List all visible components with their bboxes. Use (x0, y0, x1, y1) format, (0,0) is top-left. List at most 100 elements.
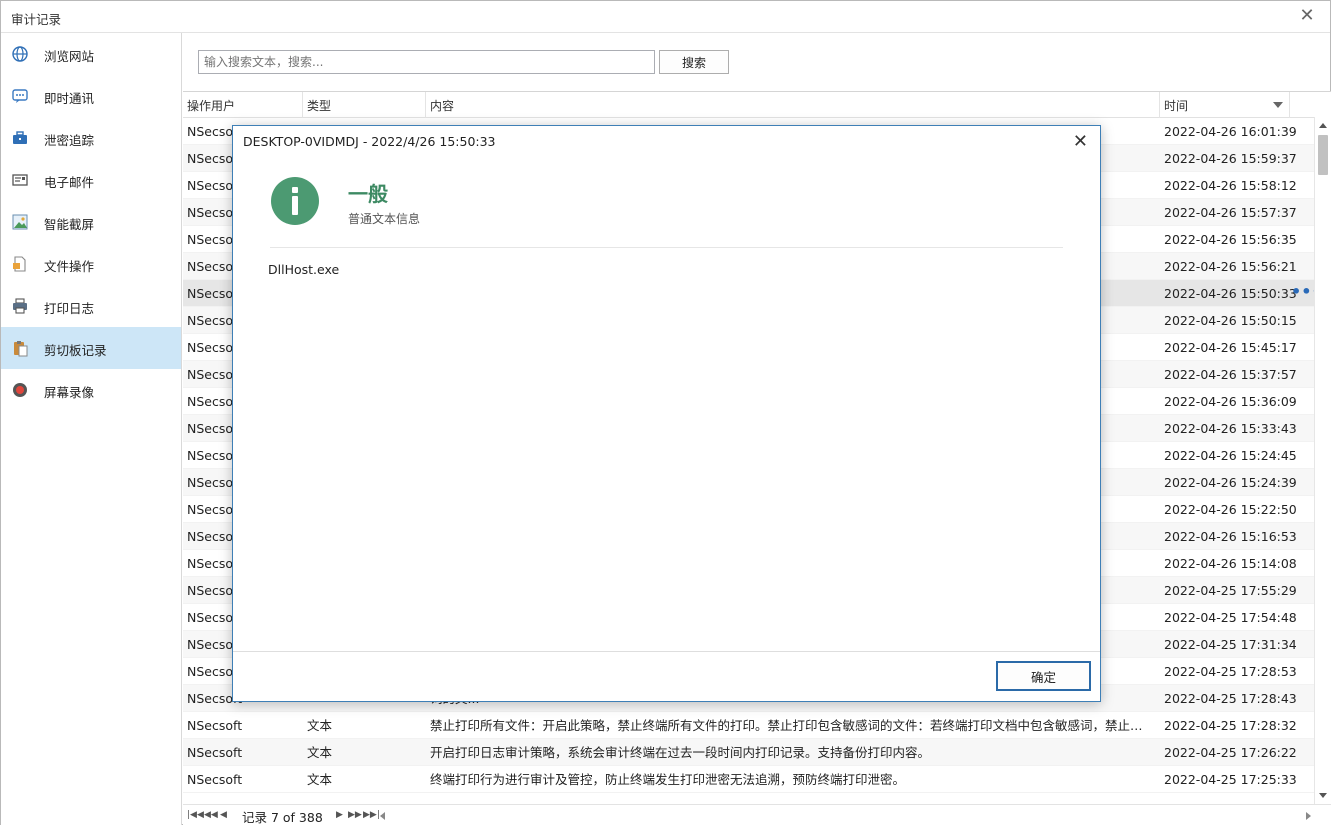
dialog-divider (270, 247, 1063, 248)
dialog-close-icon[interactable]: ✕ (1073, 131, 1088, 152)
column-header-user[interactable]: 操作用户 (183, 92, 303, 118)
cell-time: 2022-04-26 15:45:17 (1164, 340, 1297, 355)
prev-page-icon[interactable]: ◀◀ (204, 808, 218, 822)
vertical-scrollbar[interactable] (1314, 117, 1331, 804)
briefcase-icon (11, 129, 29, 147)
column-header-type[interactable]: 类型 (303, 92, 426, 118)
cell-content: 禁止打印所有文件：开启此策略，禁止终端所有文件的打印。禁止打印包含敏感词的文件：… (430, 718, 1152, 733)
info-icon (271, 177, 319, 225)
cell-type: 文本 (307, 745, 333, 760)
dialog-footer: 确定 (233, 651, 1100, 701)
prev-record-icon[interactable]: ◀ (220, 808, 227, 822)
sidebar-item-label: 文件操作 (44, 259, 95, 274)
cell-time: 2022-04-26 15:56:21 (1164, 259, 1297, 274)
sidebar-item-label: 智能截屏 (44, 217, 95, 232)
cell-time: 2022-04-25 17:28:53 (1164, 664, 1297, 679)
file-icon (11, 255, 29, 273)
globe-icon (11, 45, 29, 63)
cell-time: 2022-04-25 17:28:32 (1164, 718, 1297, 733)
cell-time: 2022-04-26 15:22:50 (1164, 502, 1297, 517)
sidebar-item-5[interactable]: 文件操作 (1, 243, 181, 285)
dialog-heading: 一般 (348, 182, 388, 206)
window-close-icon[interactable]: ✕ (1298, 7, 1316, 25)
sidebar-item-1[interactable]: 即时通讯 (1, 75, 181, 117)
cell-type: 文本 (307, 772, 333, 787)
record-icon (11, 381, 29, 399)
search-input[interactable] (198, 50, 655, 74)
cell-time: 2022-04-26 15:16:53 (1164, 529, 1297, 544)
cell-type: 文本 (307, 718, 333, 733)
first-record-icon[interactable]: |◀◀ (187, 808, 204, 822)
sidebar-item-2[interactable]: 泄密追踪 (1, 117, 181, 159)
cell-user: NSecsoft (187, 772, 243, 787)
sidebar-item-7[interactable]: 剪切板记录 (1, 327, 181, 369)
cell-user: NSecsoft (187, 745, 243, 760)
sidebar-item-4[interactable]: 智能截屏 (1, 201, 181, 243)
scroll-thumb[interactable] (1318, 135, 1328, 175)
next-record-icon[interactable]: ▶ (336, 808, 343, 822)
cell-time: 2022-04-26 15:57:37 (1164, 205, 1297, 220)
audit-window: 审计记录 ✕ 浏览网站即时通讯泄密追踪电子邮件智能截屏文件操作打印日志剪切板记录… (0, 0, 1331, 825)
horizontal-scrollbar[interactable] (378, 809, 1313, 822)
cell-time: 2022-04-25 17:31:34 (1164, 637, 1297, 652)
cell-time: 2022-04-25 17:25:33 (1164, 772, 1297, 787)
sidebar-item-label: 剪切板记录 (44, 343, 107, 358)
scroll-down-icon[interactable] (1319, 793, 1327, 798)
record-navigator: |◀◀ ◀◀ ◀ 记录 7 of 388 ▶ ▶▶ ▶▶| (183, 804, 1331, 825)
printer-icon (11, 297, 29, 315)
cell-time: 2022-04-26 15:56:35 (1164, 232, 1297, 247)
clipboard-icon (11, 339, 29, 357)
cell-content: 开启打印日志审计策略，系统会审计终端在过去一段时间内打印记录。支持备份打印内容。 (430, 745, 931, 760)
cell-time: 2022-04-25 17:55:29 (1164, 583, 1297, 598)
sidebar-item-0[interactable]: 浏览网站 (1, 33, 181, 75)
cell-time: 2022-04-26 16:01:39 (1164, 124, 1297, 139)
chat-icon (11, 87, 29, 105)
table-row[interactable]: NSecsoft 文本 开启打印日志审计策略，系统会审计终端在过去一段时间内打印记录… (183, 739, 1314, 766)
cell-time: 2022-04-26 15:33:43 (1164, 421, 1297, 436)
cell-time: 2022-04-26 15:36:09 (1164, 394, 1297, 409)
window-title: 审计记录 (11, 12, 62, 27)
dialog-body-text: DllHost.exe (268, 262, 340, 277)
record-position: 记录 7 of 388 (242, 810, 323, 825)
title-bar: 审计记录 ✕ (1, 1, 1330, 33)
cell-time: 2022-04-26 15:59:37 (1164, 151, 1297, 166)
table-row[interactable]: NSecsoft 文本 禁止打印所有文件：开启此策略，禁止终端所有文件的打印。禁止打… (183, 712, 1314, 739)
grid-header: 操作用户 类型 内容 时间 (183, 92, 1331, 118)
column-header-time-label: 时间 (1164, 99, 1189, 113)
sidebar-item-label: 电子邮件 (44, 175, 95, 190)
scroll-up-icon[interactable] (1319, 123, 1327, 128)
image-icon (11, 213, 29, 231)
scroll-left-icon[interactable] (380, 812, 385, 820)
next-page-icon[interactable]: ▶▶ (348, 808, 362, 822)
column-header-content[interactable]: 内容 (426, 92, 1160, 118)
sidebar-item-label: 泄密追踪 (44, 133, 95, 148)
sidebar-item-label: 浏览网站 (44, 49, 95, 64)
search-button[interactable]: 搜索 (659, 50, 729, 74)
message-dialog: DESKTOP-0VIDMDJ - 2022/4/26 15:50:33 ✕ 一… (232, 125, 1101, 702)
cell-user: NSecsoft (187, 718, 243, 733)
mail-icon (11, 171, 29, 189)
sidebar: 浏览网站即时通讯泄密追踪电子邮件智能截屏文件操作打印日志剪切板记录屏幕录像 (1, 33, 182, 825)
cell-time: 2022-04-26 15:14:08 (1164, 556, 1297, 571)
cell-time: 2022-04-25 17:28:43 (1164, 691, 1297, 706)
column-header-time[interactable]: 时间 (1160, 92, 1290, 118)
dialog-title: DESKTOP-0VIDMDJ - 2022/4/26 15:50:33 (243, 134, 496, 149)
table-row[interactable]: NSecsoft 文本 终端打印行为进行审计及管控，防止终端发生打印泄密无法追溯，预… (183, 766, 1314, 793)
cell-time: 2022-04-26 15:37:57 (1164, 367, 1297, 382)
dialog-subheading: 普通文本信息 (348, 212, 421, 226)
sidebar-item-label: 即时通讯 (44, 91, 95, 106)
cell-time: 2022-04-25 17:54:48 (1164, 610, 1297, 625)
sidebar-item-label: 打印日志 (44, 301, 95, 316)
cell-time: 2022-04-25 17:26:22 (1164, 745, 1297, 760)
ok-button[interactable]: 确定 (996, 661, 1091, 691)
cell-time: 2022-04-26 15:24:39 (1164, 475, 1297, 490)
sidebar-item-3[interactable]: 电子邮件 (1, 159, 181, 201)
scroll-right-icon[interactable] (1306, 812, 1311, 820)
sidebar-item-6[interactable]: 打印日志 (1, 285, 181, 327)
sidebar-item-label: 屏幕录像 (44, 385, 95, 400)
cell-time: 2022-04-26 15:58:12 (1164, 178, 1297, 193)
cell-time: 2022-04-26 15:50:15 (1164, 313, 1297, 328)
cell-time: 2022-04-26 15:24:45 (1164, 448, 1297, 463)
sort-descending-icon (1273, 102, 1283, 108)
sidebar-item-8[interactable]: 屏幕录像 (1, 369, 181, 411)
